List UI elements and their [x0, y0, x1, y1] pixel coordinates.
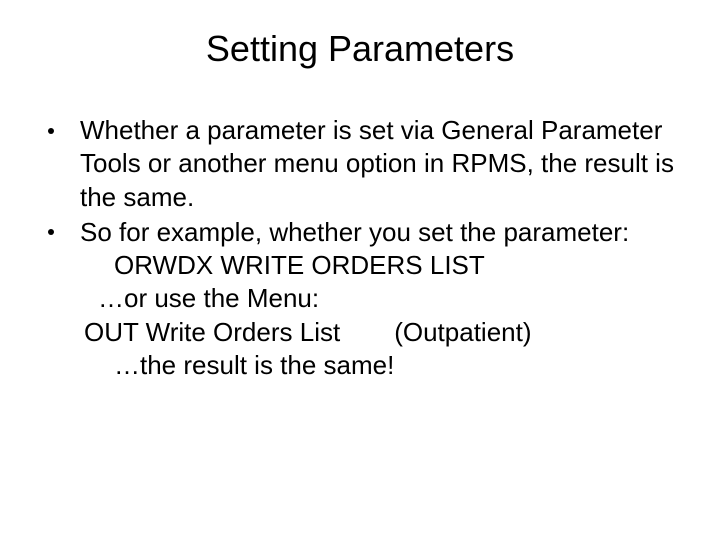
bullet-list: Whether a parameter is set via General P… [40, 114, 680, 382]
result-line: …the result is the same! [80, 349, 680, 382]
bullet-item: So for example, whether you set the para… [40, 216, 680, 382]
bullet-icon [48, 229, 54, 235]
bullet-text: Whether a parameter is set via General P… [80, 115, 674, 212]
or-menu-line: …or use the Menu: [80, 282, 680, 315]
bullet-text: So for example, whether you set the para… [80, 217, 629, 247]
outpatient-text: (Outpatient) [394, 316, 531, 349]
bullet-icon [48, 128, 54, 134]
bullet-item: Whether a parameter is set via General P… [40, 114, 680, 214]
slide-title: Setting Parameters [40, 28, 680, 70]
out-line: OUT Write Orders List (Outpatient) [80, 316, 680, 349]
out-write-orders-text: OUT Write Orders List [84, 316, 340, 349]
parameter-name-line: ORWDX WRITE ORDERS LIST [80, 249, 680, 282]
